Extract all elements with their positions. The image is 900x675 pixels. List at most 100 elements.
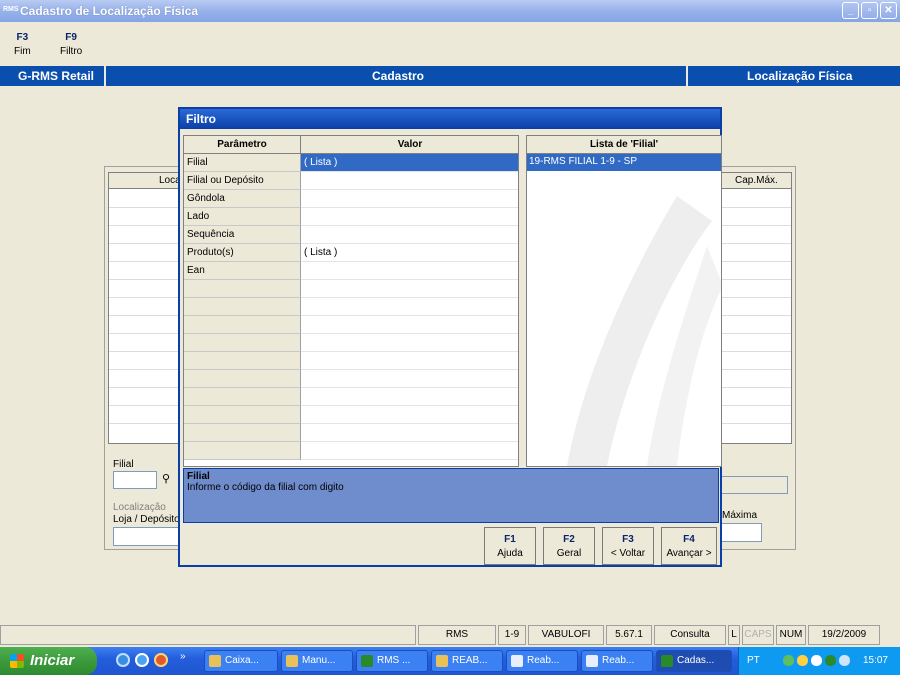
start-label: Iniciar — [30, 652, 75, 669]
task-rms[interactable]: RMS ... — [356, 650, 428, 672]
param-row-gondola[interactable]: Gôndola — [184, 190, 518, 208]
localizacao-group-label: Localização — [113, 502, 166, 513]
geral-button[interactable]: F2 Geral — [543, 527, 595, 565]
empty-row — [184, 370, 518, 388]
task-label: RMS ... — [377, 655, 411, 666]
param-name: Ean — [184, 262, 301, 280]
task-cadastro-active[interactable]: Cadas... — [656, 650, 732, 672]
ie-icon[interactable] — [116, 653, 130, 667]
task-reab-doc1[interactable]: Reab... — [506, 650, 578, 672]
maxima-label: Máxima — [722, 510, 758, 521]
col-parametro: Parâmetro — [184, 136, 301, 154]
function-key-toolbar: F3 Fim F9 Filtro — [0, 22, 900, 66]
voltar-button[interactable]: F3 < Voltar — [602, 527, 654, 565]
media-icon[interactable] — [154, 653, 168, 667]
empty-cell — [184, 352, 301, 370]
word-icon — [586, 655, 598, 667]
rms-icon — [361, 655, 373, 667]
status-caps: CAPS — [742, 625, 774, 645]
filtro-button[interactable]: F9 Filtro — [60, 32, 82, 57]
status-version: 5.67.1 — [606, 625, 652, 645]
task-label: Reab... — [602, 655, 635, 666]
param-row-sequencia[interactable]: Sequência — [184, 226, 518, 244]
filial-description-field — [720, 476, 788, 494]
empty-row — [184, 334, 518, 352]
param-row-lado[interactable]: Lado — [184, 208, 518, 226]
empty-cell — [184, 388, 301, 406]
header-divider — [104, 66, 106, 86]
task-manu[interactable]: Manu... — [281, 650, 353, 672]
rms-tray-icon[interactable] — [825, 655, 836, 666]
param-value[interactable] — [301, 172, 518, 190]
avancar-button[interactable]: F4 Avançar > — [661, 527, 717, 565]
param-value[interactable] — [301, 226, 518, 244]
help-panel: Filial Informe o código da filial com di… — [183, 468, 719, 523]
parameter-table: Parâmetro Valor Filial ( Lista ) Filial … — [183, 135, 519, 467]
empty-row — [184, 406, 518, 424]
system-tray: PT 15:07 — [738, 647, 900, 675]
ajuda-button[interactable]: F1 Ajuda — [484, 527, 536, 565]
security-icon[interactable] — [797, 655, 808, 666]
empty-cell — [301, 316, 518, 334]
dialog-title: Filtro — [180, 109, 720, 129]
empty-row — [184, 424, 518, 442]
task-caixa[interactable]: Caixa... — [204, 650, 278, 672]
param-value[interactable]: ( Lista ) — [301, 154, 518, 172]
filial-label: Filial — [113, 459, 134, 470]
empty-row — [184, 388, 518, 406]
param-value[interactable]: ( Lista ) — [301, 244, 518, 262]
status-message — [0, 625, 416, 645]
filial-input[interactable] — [113, 471, 157, 489]
binoculars-icon[interactable]: ⚲ — [162, 472, 170, 485]
maximize-icon[interactable]: ▫ — [861, 2, 878, 19]
param-name: Filial — [184, 154, 301, 172]
task-reab-doc2[interactable]: Reab... — [581, 650, 653, 672]
rms-app-icon: RMS — [3, 6, 19, 13]
clock: 15:07 — [862, 655, 888, 666]
volume-icon[interactable] — [811, 655, 822, 666]
empty-row — [184, 352, 518, 370]
loja-deposito-input[interactable] — [113, 527, 183, 546]
module-header: G-RMS Retail Cadastro Localização Física — [0, 66, 900, 86]
empty-cell — [301, 334, 518, 352]
param-row-produtos[interactable]: Produto(s) ( Lista ) — [184, 244, 518, 262]
header-section: Cadastro — [372, 69, 425, 83]
filtro-dialog: Filtro Parâmetro Valor Filial ( Lista ) … — [178, 107, 722, 567]
empty-cell — [184, 370, 301, 388]
fim-button[interactable]: F3 Fim — [14, 32, 31, 57]
status-user: VABULOFI — [528, 625, 604, 645]
param-row-filial-deposito[interactable]: Filial ou Depósito — [184, 172, 518, 190]
fim-label: Fim — [14, 46, 31, 57]
param-value[interactable] — [301, 208, 518, 226]
status-num: NUM — [776, 625, 806, 645]
filtro-key: F9 — [65, 32, 77, 43]
windows-logo-icon — [10, 654, 24, 668]
status-system: RMS — [418, 625, 496, 645]
folder-icon — [436, 655, 448, 667]
param-name: Lado — [184, 208, 301, 226]
voltar-label: < Voltar — [610, 548, 646, 559]
param-name: Sequência — [184, 226, 301, 244]
calendar-icon[interactable] — [839, 655, 850, 666]
param-row-filial[interactable]: Filial ( Lista ) — [184, 154, 518, 172]
empty-row — [184, 298, 518, 316]
network-icon[interactable] — [783, 655, 794, 666]
task-reab-folder[interactable]: REAB... — [431, 650, 503, 672]
start-button[interactable]: Iniciar — [0, 647, 97, 675]
empty-row — [184, 442, 518, 460]
language-indicator[interactable]: PT — [747, 655, 760, 666]
filtro-label: Filtro — [60, 46, 83, 57]
more-chevron-icon[interactable]: » — [180, 651, 188, 665]
minimize-icon[interactable]: _ — [842, 2, 859, 19]
status-mode: Consulta — [654, 625, 726, 645]
browser-icon[interactable] — [135, 653, 149, 667]
voltar-key: F3 — [622, 534, 634, 545]
close-icon[interactable]: ✕ — [880, 2, 897, 19]
maxima-input[interactable] — [720, 523, 762, 542]
lista-item[interactable]: 19-RMS FILIAL 1-9 - SP — [527, 154, 721, 171]
param-name: Gôndola — [184, 190, 301, 208]
param-value[interactable] — [301, 190, 518, 208]
watermark-swoosh-icon — [567, 196, 721, 466]
param-row-ean[interactable]: Ean — [184, 262, 518, 280]
param-value[interactable] — [301, 262, 518, 280]
